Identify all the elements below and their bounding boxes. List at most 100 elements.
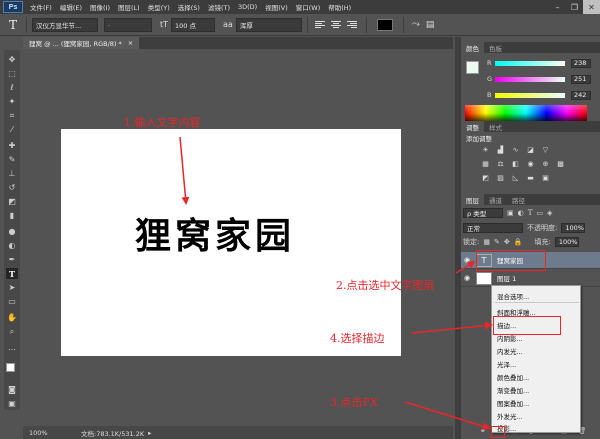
quick-mask-icon[interactable]: ◙	[6, 384, 18, 395]
curves-icon[interactable]: ∿	[511, 145, 520, 154]
green-track[interactable]	[495, 76, 565, 82]
history-brush-tool-icon[interactable]: ↺	[6, 182, 18, 193]
lock-transparency-icon[interactable]: ▦	[483, 238, 490, 246]
font-style-select[interactable]: -	[104, 17, 152, 32]
font-family-select[interactable]: 汉仪方显华节...	[32, 17, 98, 32]
menu-window[interactable]: 窗口(W)	[292, 2, 325, 12]
menu-color-overlay[interactable]: 颜色叠加...	[497, 372, 529, 382]
shape-tool-icon[interactable]: ▭	[6, 296, 18, 307]
align-left-icon[interactable]	[314, 19, 327, 31]
menu-image[interactable]: 图像(I)	[86, 2, 114, 12]
black-white-icon[interactable]: ◧	[511, 159, 520, 168]
red-value-input[interactable]: 238	[571, 58, 591, 68]
filter-image-icon[interactable]: ▣	[507, 209, 514, 217]
text-color-swatch[interactable]	[376, 18, 393, 31]
threshold-icon[interactable]: ◺	[511, 173, 520, 182]
menu-satin[interactable]: 光泽...	[497, 359, 516, 369]
opacity-input[interactable]: 100%	[561, 223, 586, 233]
foreground-color-chip[interactable]	[466, 61, 479, 74]
menu-select[interactable]: 选择(S)	[174, 2, 204, 12]
blue-track[interactable]	[495, 92, 565, 98]
tab-styles[interactable]: 样式	[484, 121, 507, 132]
expand-arrow-icon[interactable]: ▸	[148, 429, 151, 437]
exposure-icon[interactable]: ◪	[526, 145, 535, 154]
more-tools-icon[interactable]: …	[6, 342, 18, 353]
green-value-input[interactable]: 251	[571, 74, 591, 84]
visibility-eye-icon[interactable]: ◉	[461, 274, 473, 282]
red-slider[interactable]: R 238	[487, 58, 599, 68]
brightness-icon[interactable]: ☀	[481, 145, 490, 154]
menu-outer-glow[interactable]: 外发光...	[497, 411, 523, 421]
tab-adjustments[interactable]: 调整	[461, 121, 484, 132]
green-slider[interactable]: G 251	[487, 74, 599, 84]
tab-swatches[interactable]: 色板	[484, 42, 507, 53]
menu-blending-options[interactable]: 混合选项...	[497, 291, 529, 301]
canvas-text-layer[interactable]: 狸窝家园	[135, 207, 295, 259]
path-selection-tool-icon[interactable]: ➤	[6, 282, 18, 293]
posterize-icon[interactable]: ▨	[496, 173, 505, 182]
minimize-button[interactable]: –	[549, 0, 566, 14]
blue-value-input[interactable]: 242	[571, 90, 591, 100]
type-tool-icon[interactable]: T	[6, 268, 18, 279]
color-balance-icon[interactable]: ⚖	[496, 159, 505, 168]
visibility-eye-icon[interactable]: ◉	[461, 256, 473, 264]
close-button[interactable]: ✕	[583, 0, 600, 14]
restore-button[interactable]: ❐	[566, 0, 583, 14]
move-tool-icon[interactable]: ✥	[6, 54, 18, 65]
tab-color[interactable]: 颜色	[461, 42, 484, 53]
menu-type[interactable]: 类型(Y)	[144, 2, 174, 12]
align-right-icon[interactable]	[346, 19, 359, 31]
levels-icon[interactable]: ▟	[496, 145, 505, 154]
color-spectrum[interactable]	[465, 105, 587, 121]
foreground-color-swatch[interactable]	[6, 363, 15, 372]
menu-gradient-overlay[interactable]: 渐变叠加...	[497, 385, 529, 395]
photo-filter-icon[interactable]: ◉	[526, 159, 535, 168]
menu-pattern-overlay[interactable]: 图案叠加...	[497, 398, 529, 408]
selective-color-icon[interactable]: ▣	[541, 173, 550, 182]
blend-mode-select[interactable]: 正常	[463, 223, 523, 233]
tab-channels[interactable]: 通道	[484, 194, 507, 205]
lasso-tool-icon[interactable]: ℓ	[6, 82, 18, 93]
marquee-tool-icon[interactable]: ⬚	[6, 68, 18, 79]
channel-mixer-icon[interactable]: ⊕	[541, 159, 550, 168]
crop-tool-icon[interactable]: ⌗	[6, 110, 18, 121]
align-center-icon[interactable]	[330, 19, 343, 31]
lock-move-icon[interactable]: ✥	[504, 238, 510, 246]
filter-smart-icon[interactable]: ◈	[547, 209, 552, 217]
menu-help[interactable]: 帮助(H)	[324, 2, 355, 12]
red-track[interactable]	[495, 60, 565, 66]
screen-mode-icon[interactable]: ▣	[6, 398, 18, 409]
color-lookup-icon[interactable]: ▩	[556, 159, 565, 168]
document-tab[interactable]: 狸窝 @ ... (狸窝家园, RGB/8) * ×	[23, 37, 140, 49]
eraser-tool-icon[interactable]: ◩	[6, 196, 18, 207]
brush-tool-icon[interactable]: ✎	[6, 154, 18, 165]
zoom-level[interactable]: 100%	[23, 429, 63, 437]
menu-file[interactable]: 文件(F)	[26, 2, 56, 12]
tab-paths[interactable]: 路径	[507, 194, 530, 205]
close-tab-icon[interactable]: ×	[128, 39, 133, 47]
filter-adjust-icon[interactable]: ◐	[518, 209, 524, 217]
zoom-tool-icon[interactable]: ⌕	[6, 326, 18, 337]
gradient-tool-icon[interactable]: ▮	[6, 210, 18, 221]
tab-layers[interactable]: 图层	[461, 194, 484, 205]
character-panel-icon[interactable]: ▤	[426, 20, 435, 30]
clone-stamp-tool-icon[interactable]: ⊥	[6, 168, 18, 179]
font-size-select[interactable]: 100 点	[171, 17, 216, 32]
pen-tool-icon[interactable]: ✒	[6, 254, 18, 265]
filter-shape-icon[interactable]: ▭	[536, 209, 543, 217]
link-layers-icon[interactable]: ⚭	[480, 427, 486, 435]
menu-3d[interactable]: 3D(D)	[234, 3, 261, 11]
healing-brush-tool-icon[interactable]: ✚	[6, 140, 18, 151]
fill-input[interactable]: 100%	[554, 237, 579, 247]
menu-filter[interactable]: 滤镜(T)	[204, 2, 234, 12]
menu-layer[interactable]: 图层(L)	[114, 2, 144, 12]
filter-type-icon[interactable]: T	[528, 209, 533, 217]
warp-text-icon[interactable]: ⤳	[412, 19, 420, 30]
menu-view[interactable]: 视图(V)	[261, 2, 292, 12]
layer-filter-select[interactable]: ρ 类型	[463, 208, 503, 218]
eyedropper-tool-icon[interactable]: ⁄	[6, 124, 18, 135]
gradient-map-icon[interactable]: ▬	[526, 173, 535, 182]
hand-tool-icon[interactable]: ✋	[6, 312, 18, 323]
dodge-tool-icon[interactable]: ◐	[6, 240, 18, 251]
vibrance-icon[interactable]: ▽	[541, 145, 550, 154]
